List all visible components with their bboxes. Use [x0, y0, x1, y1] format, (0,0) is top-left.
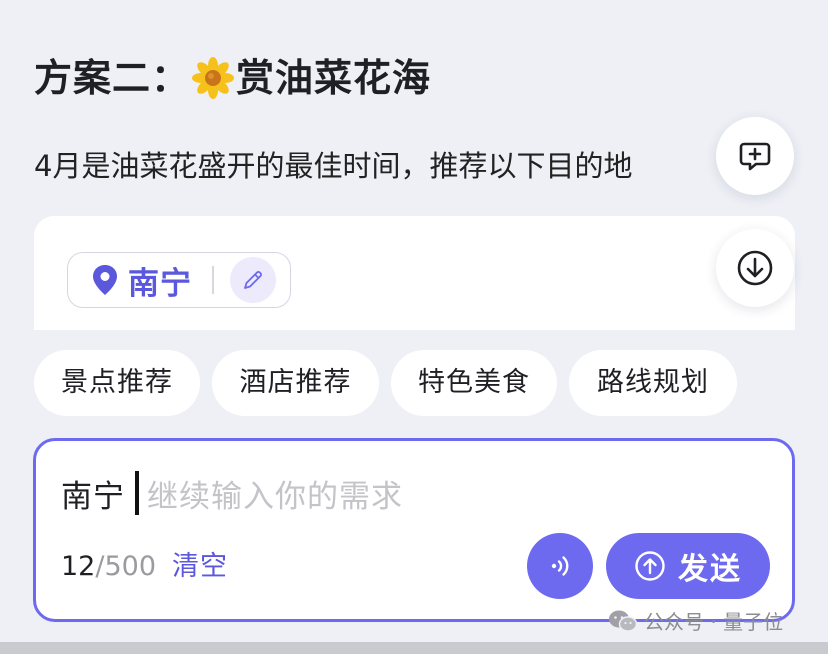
chip-attractions[interactable]: 景点推荐	[34, 350, 200, 416]
chip-divider	[212, 266, 214, 294]
watermark: 公众号 · 量子位	[608, 606, 783, 635]
plan-title: 方案二： 赏油菜花海	[34, 52, 431, 104]
message-composer[interactable]: 南宁 继续输入你的需求 12 / 500 清空 发送	[33, 438, 795, 622]
chip-hotels[interactable]: 酒店推荐	[212, 350, 379, 416]
message-input[interactable]: 南宁 继续输入你的需求	[61, 469, 403, 517]
count-separator: /	[95, 551, 105, 582]
clear-button[interactable]: 清空	[172, 549, 228, 585]
input-placeholder: 继续输入你的需求	[147, 478, 403, 515]
edit-location-button[interactable]	[229, 257, 276, 303]
chip-route[interactable]: 路线规划	[569, 350, 737, 416]
voice-icon	[551, 556, 569, 576]
chat-plus-icon	[739, 142, 771, 171]
intro-text: 4月是油菜花盛开的最佳时间，推荐以下目的地	[34, 149, 633, 183]
send-label: 发送	[678, 552, 742, 587]
feedback-button[interactable]	[716, 117, 794, 195]
voice-button[interactable]	[527, 533, 593, 599]
count-used: 12	[61, 551, 96, 582]
location-name: 南宁	[128, 265, 192, 302]
watermark-text: 公众号 · 量子位	[644, 610, 784, 634]
input-value: 南宁	[61, 478, 125, 515]
bottom-bar	[0, 642, 828, 654]
plan-title-prefix: 方案二：	[34, 56, 191, 100]
char-counter: 12 / 500 清空	[61, 549, 228, 585]
wechat-icon	[609, 610, 638, 632]
text-caret	[135, 471, 139, 515]
count-max: 500	[104, 551, 157, 582]
chip-food[interactable]: 特色美食	[391, 350, 557, 416]
location-chip[interactable]: 南宁	[67, 252, 291, 308]
flower-icon	[192, 57, 235, 99]
download-icon	[737, 250, 773, 286]
download-button[interactable]	[716, 229, 794, 307]
send-button[interactable]: 发送	[606, 533, 770, 599]
pencil-icon	[243, 271, 262, 289]
plan-title-text: 赏油菜花海	[236, 56, 432, 100]
location-pin-icon	[93, 265, 117, 295]
arrow-up-circle-icon	[635, 551, 665, 581]
